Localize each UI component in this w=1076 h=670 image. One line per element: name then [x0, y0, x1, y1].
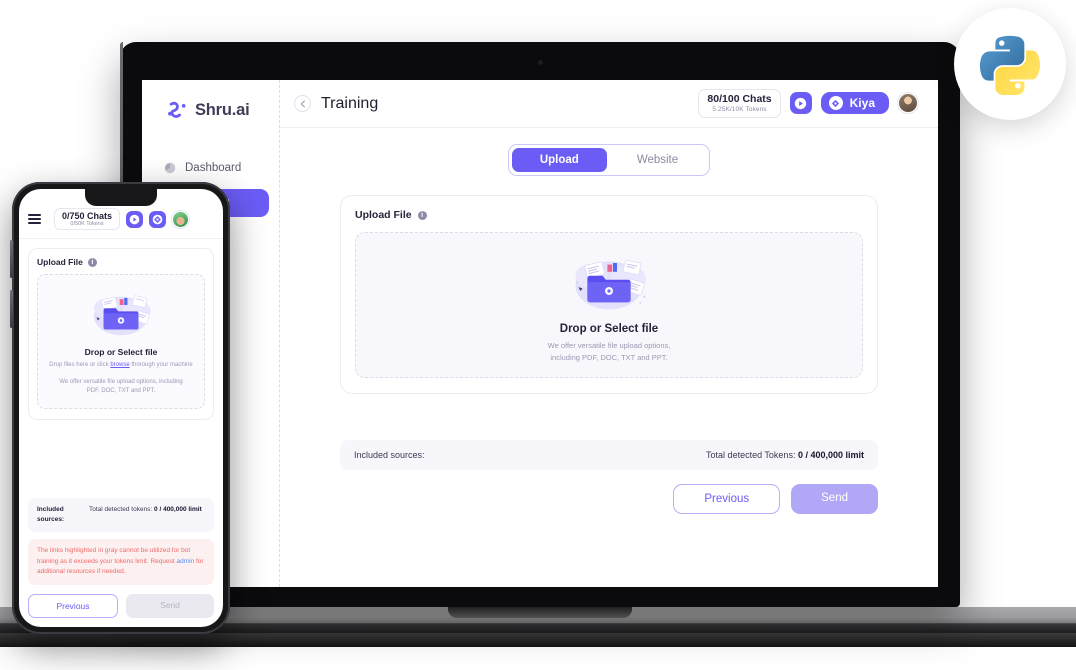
phone-total-tokens-info: Total detected tokens: 0 / 400,000 limit [89, 505, 202, 525]
included-sources-label: Included sources: [354, 450, 425, 460]
phone-send-button[interactable]: Send [126, 594, 214, 618]
play-circle-icon [129, 214, 140, 225]
phone-tokens-count: 0/50K Tokens [70, 221, 104, 228]
browse-post-text: thorough your machine [129, 362, 193, 369]
form-actions: Previous Send [340, 484, 878, 514]
kiya-diamond-icon [152, 214, 163, 225]
total-tokens-value: 0 / 400,000 limit [797, 450, 864, 460]
upload-card-title: Upload File [355, 209, 412, 221]
phone-upload-card-title: Upload File [37, 257, 83, 268]
phone-screen: 0/750 Chats 0/50K Tokens Upload File i D… [19, 189, 223, 627]
laptop-screen: Shru.ai Dashboard Training 80/100 Chats … [142, 80, 938, 587]
play-circle-icon [794, 97, 807, 110]
phone-device-mockup: 0/750 Chats 0/50K Tokens Upload File i D… [10, 182, 230, 634]
phone-header: 0/750 Chats 0/50K Tokens [19, 205, 223, 240]
chats-usage-chip[interactable]: 80/100 Chats 5.25K/10K Tokens [698, 89, 781, 118]
assistant-label: Kiya [849, 96, 875, 111]
phone-previous-button[interactable]: Previous [28, 594, 118, 618]
phone-total-tokens-value: 0 / 400,000 limit [154, 506, 202, 514]
dropzone-sub-line2: including PDF, DOC, TXT and PPT. [550, 352, 668, 362]
dropzone-title: Drop or Select file [559, 323, 659, 336]
back-button[interactable] [294, 95, 311, 112]
upload-file-card: Upload File i Drop or Select file We off… [340, 195, 878, 394]
info-icon[interactable]: i [87, 257, 97, 267]
admin-link[interactable]: admin [176, 558, 194, 565]
phone-dropzone-formats: We offer versatile file upload options, … [59, 378, 183, 397]
sidebar-item-dashboard[interactable]: Dashboard [152, 154, 269, 182]
dropzone-sub-line1: We offer versatile file upload options, [547, 341, 671, 351]
top-bar: Training 80/100 Chats 5.25K/10K Tokens K… [280, 80, 938, 128]
phone-upload-card-header: Upload File i [37, 257, 205, 267]
app-window: Shru.ai Dashboard Training 80/100 Chats … [142, 80, 938, 587]
laptop-lid: Shru.ai Dashboard Training 80/100 Chats … [120, 42, 960, 607]
phone-play-button[interactable] [126, 210, 144, 228]
phone-form-actions: Previous Send [28, 594, 214, 618]
python-logo-icon [979, 35, 1040, 95]
upload-card-header: Upload File i [355, 209, 863, 221]
laptop-device-mockup: Shru.ai Dashboard Training 80/100 Chats … [0, 42, 1076, 647]
phone-upload-file-card: Upload File i Drop or Select file Drop f… [28, 248, 214, 421]
dashboard-icon [164, 162, 176, 174]
hamburger-menu-icon[interactable] [28, 212, 41, 227]
shru-logo-icon [168, 101, 186, 118]
top-bar-right: 80/100 Chats 5.25K/10K Tokens Kiya [698, 89, 918, 118]
phone-chats-count: 0/750 Chats [62, 210, 113, 221]
formats-line1: We offer versatile file upload options, … [59, 378, 183, 385]
sidebar-item-label: Dashboard [185, 162, 242, 174]
assistant-button[interactable]: Kiya [820, 92, 889, 115]
phone-total-tokens-label: Total detected tokens: [89, 506, 155, 514]
tab-upload[interactable]: Upload [511, 148, 607, 172]
sources-summary-bar: Included sources: Total detected Tokens:… [340, 440, 878, 470]
warning-pre-text: The links highlighted in gray cannot be … [37, 546, 191, 565]
total-tokens-label: Total detected Tokens: [706, 450, 798, 460]
kiya-diamond-icon [828, 96, 843, 111]
phone-footer: Included sources: Total detected tokens:… [19, 498, 223, 627]
phone-dropzone-title: Drop or Select file [84, 347, 158, 358]
info-icon[interactable]: i [417, 210, 427, 220]
chats-count: 80/100 Chats [707, 93, 772, 106]
main-panel: Upload Website Upload File i Drop or Sel… [280, 128, 938, 587]
tab-website[interactable]: Website [609, 148, 706, 172]
laptop-base-notch [448, 607, 632, 618]
brand-name: Shru.ai [195, 100, 250, 119]
avatar[interactable] [898, 93, 918, 114]
phone-main-panel: Upload File i Drop or Select file Drop f… [19, 239, 223, 498]
total-tokens-info: Total detected Tokens: 0 / 400,000 limit [706, 450, 864, 460]
upload-source-tabs: Upload Website [507, 144, 711, 176]
phone-avatar[interactable] [172, 210, 190, 228]
content-area: Training 80/100 Chats 5.25K/10K Tokens K… [280, 80, 938, 587]
python-logo-badge [954, 8, 1066, 120]
browse-link[interactable]: browse [110, 362, 129, 368]
phone-assistant-button[interactable] [149, 210, 167, 228]
phone-sources-summary-bar: Included sources: Total detected tokens:… [28, 498, 214, 532]
screenshot-stage: Shru.ai Dashboard Training 80/100 Chats … [0, 0, 1076, 670]
phone-file-dropzone[interactable]: Drop or Select file Drop files here or c… [37, 274, 205, 410]
send-button[interactable]: Send [791, 484, 878, 514]
laptop-camera [538, 60, 543, 65]
page-title: Training [321, 94, 379, 112]
file-dropzone[interactable]: Drop or Select file We offer versatile f… [355, 232, 863, 378]
phone-notch [85, 189, 157, 206]
brand-logo[interactable]: Shru.ai [142, 94, 279, 120]
folder-documents-illustration [93, 295, 151, 336]
laptop-base-shadow [0, 633, 1076, 647]
formats-line2: PDF, DOC, TXT and PPT. [86, 388, 156, 395]
phone-warning-message: The links highlighted in gray cannot be … [28, 538, 214, 585]
browse-pre-text: Drop files here or click [49, 362, 111, 369]
phone-chats-usage-chip[interactable]: 0/750 Chats 0/50K Tokens [54, 208, 121, 231]
dropzone-subtitle: We offer versatile file upload options, … [548, 340, 671, 363]
previous-button[interactable]: Previous [673, 484, 781, 514]
phone-included-sources-label: Included sources: [37, 506, 65, 524]
tabs-container: Upload Website [340, 144, 878, 176]
folder-documents-illustration [575, 260, 646, 310]
chevron-left-icon [300, 99, 305, 108]
phone-dropzone-browse-text: Drop files here or click browse thorough… [49, 361, 192, 370]
tokens-count: 5.25K/10K Tokens [712, 106, 767, 114]
play-button[interactable] [789, 92, 812, 115]
